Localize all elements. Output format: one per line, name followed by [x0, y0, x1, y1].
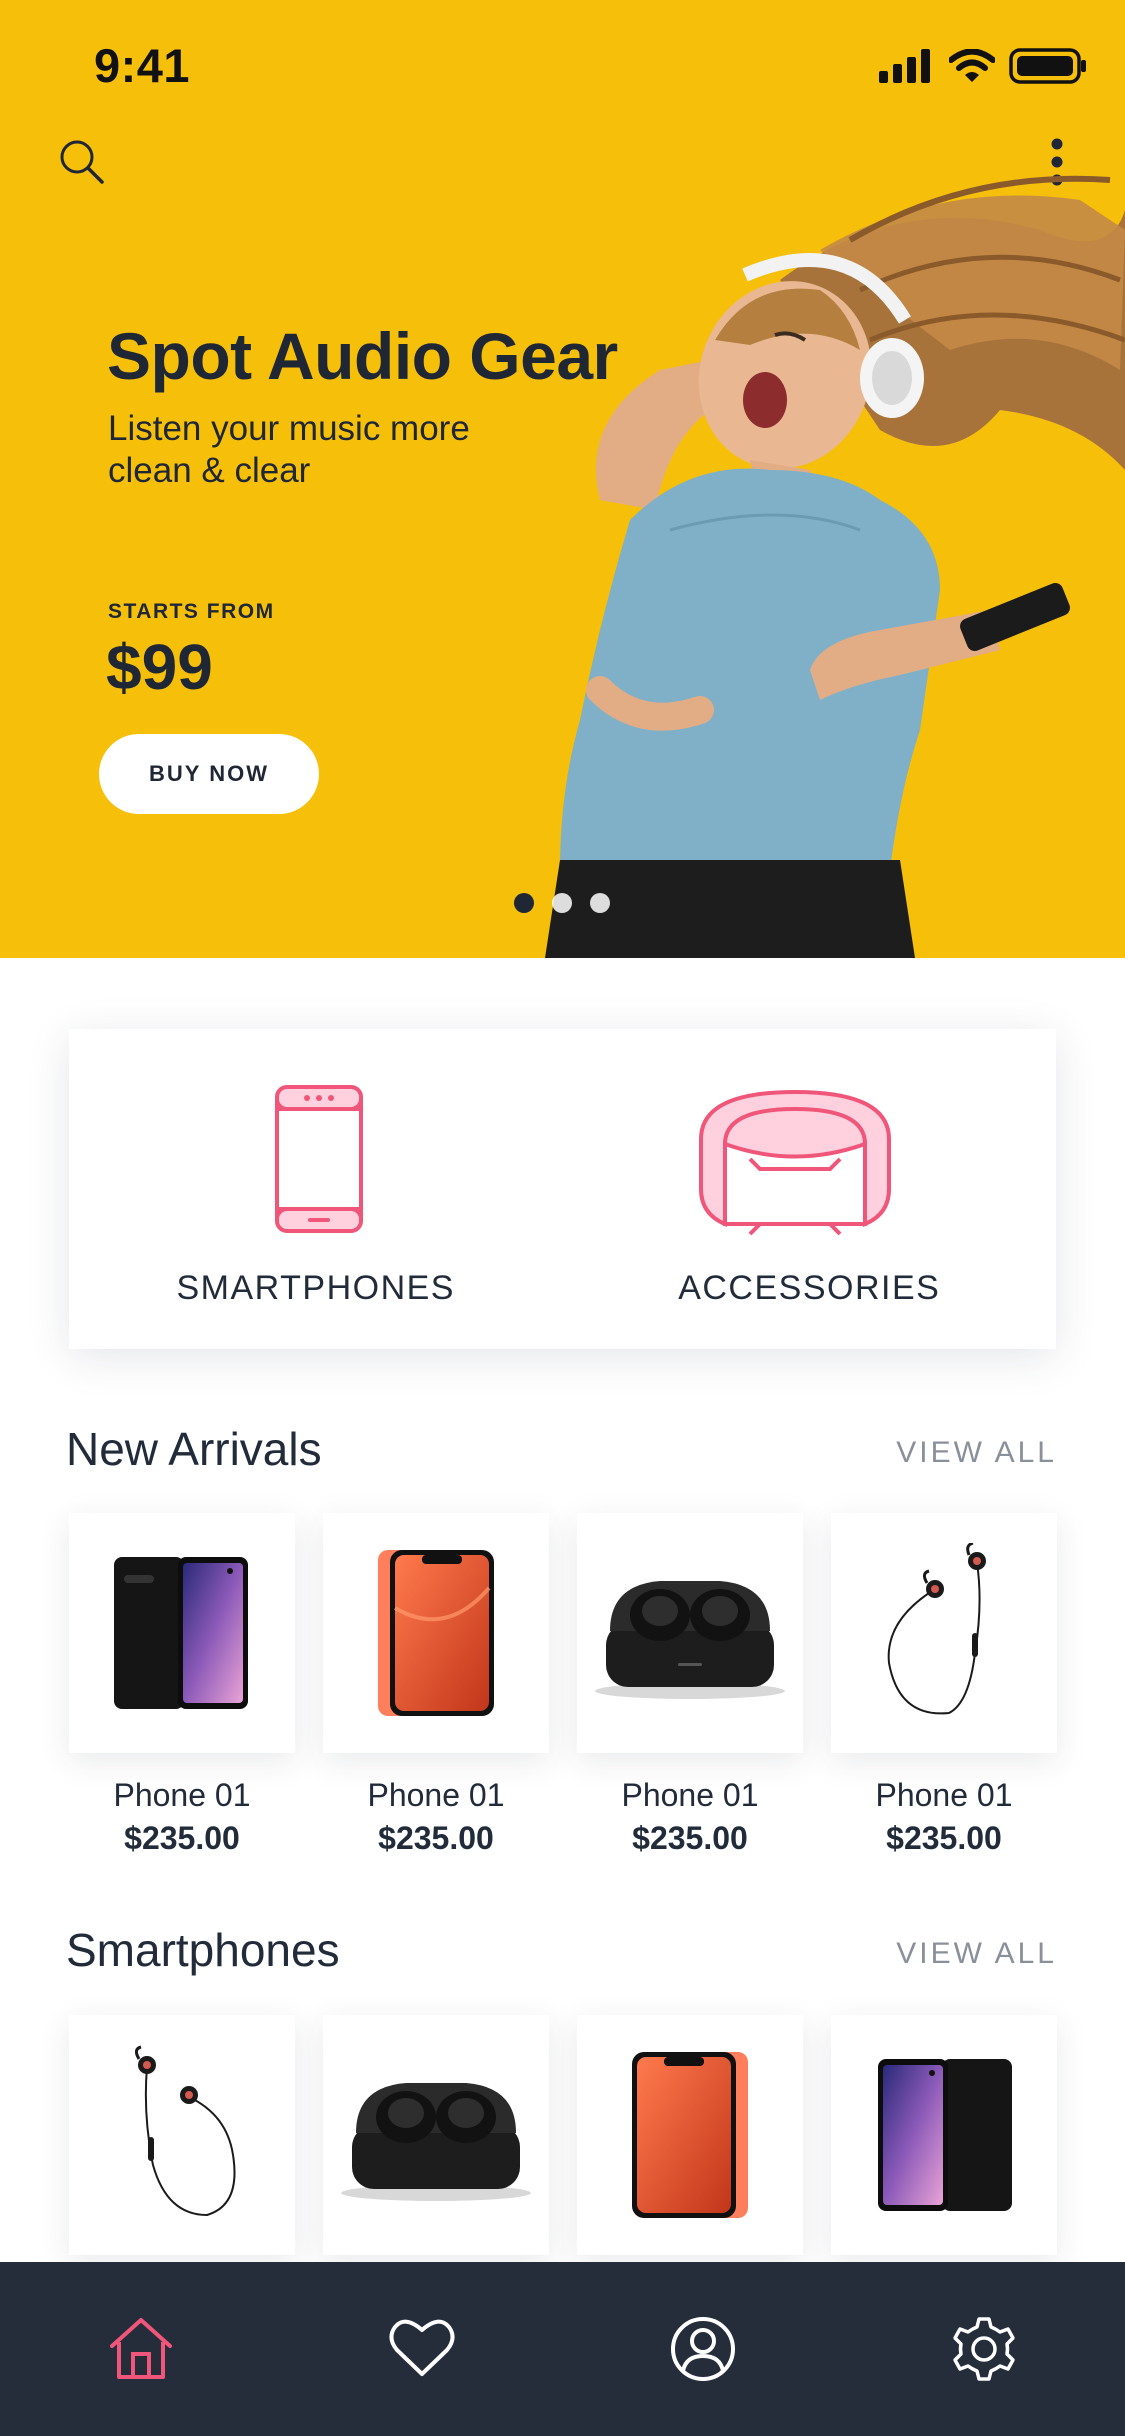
product-image [69, 1513, 295, 1753]
user-icon [671, 2317, 736, 2381]
carousel-dot[interactable] [590, 893, 610, 913]
product-card[interactable] [323, 2015, 549, 2255]
gear-icon [953, 2317, 1016, 2381]
product-image [69, 2015, 295, 2255]
status-icons [879, 46, 1087, 86]
product-price: $235.00 [124, 1820, 240, 1856]
nav-settings[interactable] [844, 2262, 1125, 2436]
wired-earphones-image [134, 2045, 236, 2217]
product-card[interactable] [577, 2015, 803, 2255]
section-title-smartphones: Smartphones [66, 1924, 340, 1976]
category-label: SMARTPHONES [176, 1269, 455, 1307]
starts-from-label: STARTS FROM [108, 600, 275, 623]
search-icon[interactable] [56, 136, 108, 188]
product-price: $235.00 [886, 1820, 1002, 1856]
earbuds-case-image [341, 2083, 531, 2201]
hero-banner: 9:41 Spot Audio Gear Listen your music m… [0, 0, 1125, 958]
section-title-new-arrivals: New Arrivals [66, 1423, 322, 1475]
status-bar: 9:41 [0, 0, 1125, 132]
category-label: ACCESSORIES [678, 1269, 941, 1307]
carousel-indicator [514, 893, 610, 913]
battery-icon [1009, 48, 1086, 84]
nav-favorites[interactable] [281, 2262, 562, 2436]
wired-earphones-image [887, 1543, 986, 1715]
product-card[interactable]: Phone 01 $235.00 [323, 1513, 549, 1857]
hero-subtitle: Listen your music more clean & clear [108, 409, 470, 490]
product-image [831, 2015, 1057, 2255]
product-price: $235.00 [632, 1820, 748, 1856]
hero-title: Spot Audio Gear [107, 319, 618, 393]
hero-model-image [545, 175, 1125, 958]
product-card[interactable]: Phone 01 $235.00 [831, 1513, 1057, 1857]
carousel-dot[interactable] [514, 893, 534, 913]
hero-price: $99 [106, 631, 213, 703]
view-all-new-arrivals[interactable]: VIEW ALL [896, 1436, 1057, 1470]
heart-icon [389, 2319, 455, 2376]
earbuds-case-image [595, 1581, 785, 1699]
category-card: SMARTPHONES ACCESSORIES [69, 1029, 1056, 1349]
category-accessories[interactable]: ACCESSORIES [563, 1029, 1057, 1349]
bottom-navigation [0, 2262, 1125, 2436]
carousel-dot[interactable] [552, 893, 572, 913]
status-time: 9:41 [94, 39, 191, 92]
product-card[interactable]: Phone 01 $235.00 [577, 1513, 803, 1857]
product-price: $235.00 [378, 1820, 494, 1856]
product-image [323, 1513, 549, 1753]
nav-home[interactable] [0, 2262, 281, 2436]
category-smartphones[interactable]: SMARTPHONES [69, 1029, 563, 1349]
product-card[interactable]: Phone 01 $235.00 [69, 1513, 295, 1857]
buy-now-button[interactable]: BUY NOW [99, 734, 319, 814]
product-image [577, 2015, 803, 2255]
coral-iphone-image [632, 2052, 748, 2218]
galaxy-phone-image [114, 1557, 248, 1709]
product-name: Phone 01 [113, 1777, 251, 1813]
product-name: Phone 01 [367, 1777, 505, 1813]
coral-iphone-image [378, 1550, 494, 1716]
view-all-smartphones[interactable]: VIEW ALL [896, 1937, 1057, 1971]
product-image [831, 1513, 1057, 1753]
product-name: Phone 01 [875, 1777, 1013, 1813]
product-name: Phone 01 [621, 1777, 759, 1813]
product-image [323, 2015, 549, 2255]
product-card[interactable] [831, 2015, 1057, 2255]
signal-icon [879, 49, 930, 83]
nav-profile[interactable] [563, 2262, 844, 2436]
smartphone-icon [275, 1085, 363, 1233]
galaxy-phone-image [878, 2059, 1012, 2211]
product-card[interactable] [69, 2015, 295, 2255]
new-arrivals-list: Phone 01 $235.00 Phone 01 $235.00 Phone … [69, 1513, 1057, 1857]
product-image [577, 1513, 803, 1753]
wifi-icon [949, 49, 995, 82]
smartphones-list [69, 2015, 1057, 2255]
home-icon [109, 2318, 172, 2379]
watch-band-icon [698, 1089, 891, 1236]
